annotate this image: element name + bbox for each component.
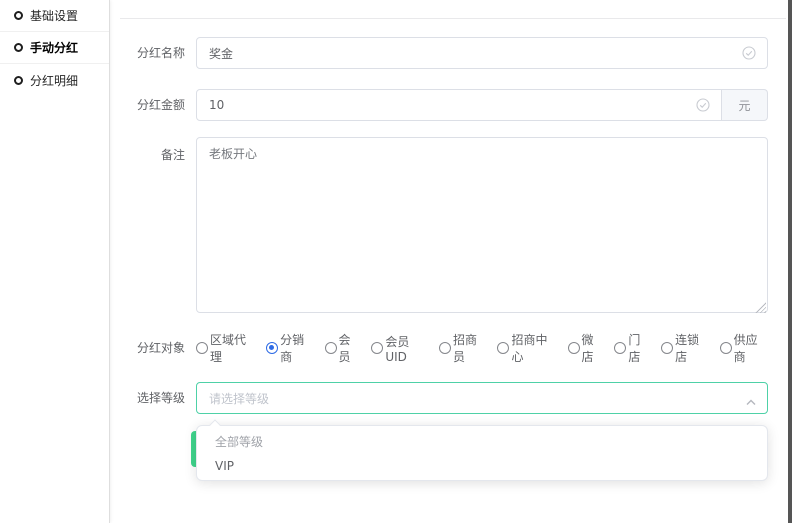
form-row-amount: 分红金额 元: [120, 89, 768, 121]
sidebar-item-label: 基础设置: [30, 7, 78, 24]
dropdown-option-all-levels[interactable]: 全部等级: [197, 430, 767, 454]
radio-icon: [720, 342, 732, 354]
radio-micro-shop[interactable]: 微店: [568, 331, 605, 365]
radio-recruit-center[interactable]: 招商中心: [497, 331, 557, 365]
radio-member[interactable]: 会员: [325, 331, 362, 365]
level-select-placeholder: 请选择等级: [209, 390, 269, 407]
sidebar-item-dividend-detail[interactable]: 分红明细: [0, 64, 109, 96]
form-row-target: 分红对象 区域代理 分销商 会员 会员UID 招商员: [120, 339, 768, 357]
radio-member-uid[interactable]: 会员UID: [371, 333, 429, 364]
circle-icon: [14, 43, 23, 52]
sidebar-item-basic-settings[interactable]: 基础设置: [0, 0, 109, 32]
target-label: 分红对象: [120, 339, 185, 357]
radio-label: 微店: [582, 331, 605, 365]
remark-textarea[interactable]: 老板开心: [196, 137, 768, 313]
radio-icon: [614, 342, 626, 354]
radio-store[interactable]: 门店: [614, 331, 651, 365]
level-dropdown: 全部等级 VIP: [196, 425, 768, 481]
amount-input[interactable]: [196, 89, 722, 121]
radio-icon: [371, 342, 383, 354]
sidebar-item-manual-dividend[interactable]: 手动分红: [0, 32, 109, 64]
sidebar: 基础设置 手动分红 分红明细: [0, 0, 110, 523]
radio-distributor[interactable]: 分销商: [266, 331, 314, 365]
radio-icon: [325, 342, 337, 354]
sidebar-item-label: 分红明细: [30, 72, 78, 89]
radio-icon: [439, 342, 451, 354]
radio-recruiter[interactable]: 招商员: [439, 331, 487, 365]
radio-icon: [266, 342, 278, 354]
radio-supplier[interactable]: 供应商: [720, 331, 768, 365]
scrollbar[interactable]: [788, 0, 792, 523]
amount-label: 分红金额: [120, 89, 185, 121]
chevron-up-icon: [746, 395, 756, 409]
remark-label: 备注: [120, 137, 185, 316]
radio-label: 招商中心: [511, 331, 557, 365]
radio-label: 会员UID: [385, 333, 429, 364]
target-radio-group: 区域代理 分销商 会员 会员UID 招商员 招商中心: [196, 339, 768, 357]
amount-unit: 元: [722, 89, 768, 121]
radio-label: 供应商: [734, 331, 768, 365]
name-label: 分红名称: [120, 37, 185, 69]
level-label: 选择等级: [120, 382, 185, 414]
radio-icon: [196, 342, 208, 354]
radio-area-agent[interactable]: 区域代理: [196, 331, 256, 365]
dropdown-notch: [209, 419, 220, 430]
radio-icon: [497, 342, 509, 354]
sidebar-item-label: 手动分红: [30, 39, 78, 56]
radio-label: 区域代理: [210, 331, 256, 365]
circle-icon: [14, 11, 23, 20]
form-row-name: 分红名称: [120, 37, 768, 69]
radio-chain-store[interactable]: 连锁店: [661, 331, 709, 365]
form-row-level: 选择等级 请选择等级: [120, 382, 768, 414]
form-panel: 分红名称 分红金额 元 备注: [120, 18, 786, 523]
radio-icon: [661, 342, 673, 354]
radio-label: 招商员: [453, 331, 487, 365]
circle-icon: [14, 76, 23, 85]
radio-label: 门店: [628, 331, 651, 365]
radio-label: 分销商: [280, 331, 314, 365]
level-select[interactable]: 请选择等级: [196, 382, 768, 414]
radio-label: 会员: [339, 331, 362, 365]
radio-icon: [568, 342, 580, 354]
name-input[interactable]: [196, 37, 768, 69]
form-row-remark: 备注 老板开心: [120, 137, 768, 316]
dropdown-option-vip[interactable]: VIP: [197, 454, 767, 478]
radio-label: 连锁店: [675, 331, 709, 365]
